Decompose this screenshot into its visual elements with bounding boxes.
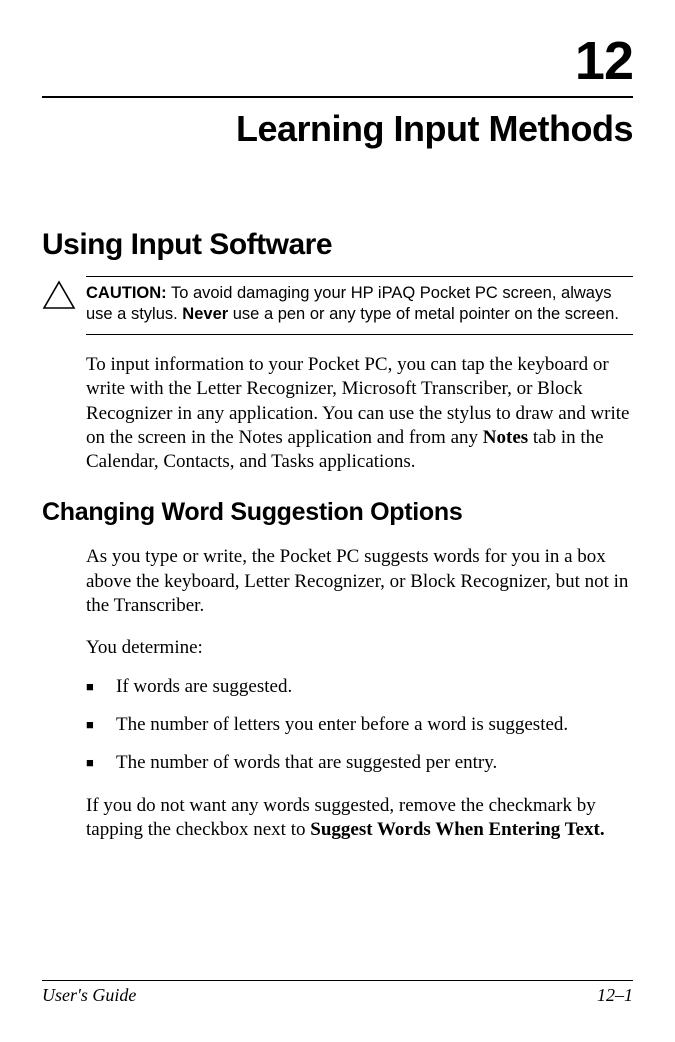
chapter-rule: [42, 96, 633, 98]
square-bullet-icon: ■: [86, 755, 94, 772]
intro-text-bold: Notes: [483, 427, 528, 448]
footer-right: 12–1: [597, 985, 633, 1006]
footer-left: User's Guide: [42, 985, 136, 1006]
square-bullet-icon: ■: [86, 717, 94, 734]
caution-rule-bottom: [86, 334, 633, 335]
list-item-text: The number of words that are suggested p…: [116, 752, 497, 773]
caution-text: CAUTION: To avoid damaging your HP iPAQ …: [86, 283, 633, 326]
section-heading-using-input-software: Using Input Software: [42, 228, 633, 262]
caution-text-after: use a pen or any type of metal pointer o…: [228, 305, 619, 323]
section-heading-changing-word-suggestion: Changing Word Suggestion Options: [42, 498, 633, 527]
caution-never: Never: [182, 305, 228, 323]
suggestion-para-2: You determine:: [86, 636, 633, 660]
caution-triangle-icon: [42, 280, 76, 315]
para3-bold: Suggest Words When Entering Text.: [310, 819, 604, 840]
list-item-text: If words are suggested.: [116, 676, 292, 697]
footer-rule: [42, 980, 633, 981]
list-item: ■ If words are suggested.: [86, 675, 633, 699]
page-footer: User's Guide 12–1: [42, 980, 633, 1006]
intro-paragraph: To input information to your Pocket PC, …: [86, 353, 633, 475]
caution-block: CAUTION: To avoid damaging your HP iPAQ …: [86, 276, 633, 335]
chapter-number: 12: [42, 30, 633, 92]
bullet-list: ■ If words are suggested. ■ The number of …: [86, 675, 633, 776]
chapter-title: Learning Input Methods: [42, 108, 633, 150]
list-item-text: The number of letters you enter before a…: [116, 714, 568, 735]
suggestion-para-3: If you do not want any words suggested, …: [86, 794, 633, 843]
square-bullet-icon: ■: [86, 679, 94, 696]
list-item: ■ The number of letters you enter before …: [86, 713, 633, 737]
list-item: ■ The number of words that are suggested …: [86, 751, 633, 775]
caution-label: CAUTION:: [86, 284, 167, 302]
suggestion-para-1: As you type or write, the Pocket PC sugg…: [86, 545, 633, 618]
